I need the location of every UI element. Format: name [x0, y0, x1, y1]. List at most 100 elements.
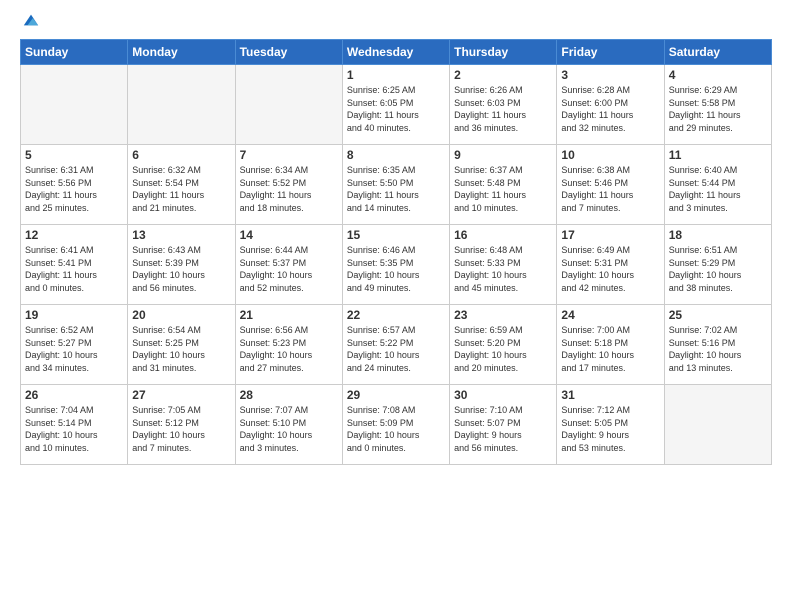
day-number: 17: [561, 228, 659, 242]
day-number: 28: [240, 388, 338, 402]
day-number: 23: [454, 308, 552, 322]
weekday-header-wednesday: Wednesday: [342, 40, 449, 65]
calendar-cell: [21, 65, 128, 145]
day-number: 25: [669, 308, 767, 322]
day-number: 20: [132, 308, 230, 322]
calendar-cell: 8 Sunrise: 6:35 AM Sunset: 5:50 PM Daylig…: [342, 145, 449, 225]
calendar-cell: 22 Sunrise: 6:57 AM Sunset: 5:22 PM Dayli…: [342, 305, 449, 385]
calendar-cell: 31Sunrise: 7:12 AM Sunset: 5:05 PM Dayli…: [557, 385, 664, 465]
calendar-cell: 4Sunrise: 6:29 AM Sunset: 5:58 PM Daylig…: [664, 65, 771, 145]
day-info: Sunrise: 7:07 AM Sunset: 5:10 PM Dayligh…: [240, 404, 338, 454]
page: SundayMondayTuesdayWednesdayThursdayFrid…: [0, 0, 792, 612]
day-number: 3: [561, 68, 659, 82]
day-number: 8: [347, 148, 445, 162]
calendar-cell: 28 Sunrise: 7:07 AM Sunset: 5:10 PM Dayli…: [235, 385, 342, 465]
day-number: 19: [25, 308, 123, 322]
day-number: 5: [25, 148, 123, 162]
day-info: Sunrise: 6:41 AM Sunset: 5:41 PM Dayligh…: [25, 244, 123, 294]
day-info: Sunrise: 6:26 AM Sunset: 6:03 PM Dayligh…: [454, 84, 552, 134]
day-info: Sunrise: 6:46 AM Sunset: 5:35 PM Dayligh…: [347, 244, 445, 294]
calendar-cell: 29Sunrise: 7:08 AM Sunset: 5:09 PM Dayli…: [342, 385, 449, 465]
day-number: 29: [347, 388, 445, 402]
day-number: 13: [132, 228, 230, 242]
day-info: Sunrise: 7:10 AM Sunset: 5:07 PM Dayligh…: [454, 404, 552, 454]
day-number: 24: [561, 308, 659, 322]
calendar-cell: [664, 385, 771, 465]
day-info: Sunrise: 6:37 AM Sunset: 5:48 PM Dayligh…: [454, 164, 552, 214]
calendar-header-row: SundayMondayTuesdayWednesdayThursdayFrid…: [21, 40, 772, 65]
calendar-cell: 26 Sunrise: 7:04 AM Sunset: 5:14 PM Dayli…: [21, 385, 128, 465]
calendar-cell: [235, 65, 342, 145]
calendar-week-1: 5 Sunrise: 6:31 AM Sunset: 5:56 PM Daylig…: [21, 145, 772, 225]
day-info: Sunrise: 7:04 AM Sunset: 5:14 PM Dayligh…: [25, 404, 123, 454]
day-number: 10: [561, 148, 659, 162]
day-number: 15: [347, 228, 445, 242]
day-info: Sunrise: 6:43 AM Sunset: 5:39 PM Dayligh…: [132, 244, 230, 294]
weekday-header-thursday: Thursday: [450, 40, 557, 65]
logo: [20, 15, 40, 29]
weekday-header-sunday: Sunday: [21, 40, 128, 65]
calendar-cell: 13 Sunrise: 6:43 AM Sunset: 5:39 PM Dayli…: [128, 225, 235, 305]
calendar-week-0: 1 Sunrise: 6:25 AM Sunset: 6:05 PM Daylig…: [21, 65, 772, 145]
calendar-cell: 23 Sunrise: 6:59 AM Sunset: 5:20 PM Dayli…: [450, 305, 557, 385]
day-info: Sunrise: 6:40 AM Sunset: 5:44 PM Dayligh…: [669, 164, 767, 214]
calendar-cell: 1 Sunrise: 6:25 AM Sunset: 6:05 PM Daylig…: [342, 65, 449, 145]
calendar-cell: 24Sunrise: 7:00 AM Sunset: 5:18 PM Dayli…: [557, 305, 664, 385]
day-number: 26: [25, 388, 123, 402]
calendar-cell: 2Sunrise: 6:26 AM Sunset: 6:03 PM Daylig…: [450, 65, 557, 145]
calendar-week-3: 19 Sunrise: 6:52 AM Sunset: 5:27 PM Dayli…: [21, 305, 772, 385]
day-info: Sunrise: 6:34 AM Sunset: 5:52 PM Dayligh…: [240, 164, 338, 214]
logo-icon: [22, 11, 40, 29]
day-info: Sunrise: 6:35 AM Sunset: 5:50 PM Dayligh…: [347, 164, 445, 214]
calendar-cell: 10 Sunrise: 6:38 AM Sunset: 5:46 PM Dayli…: [557, 145, 664, 225]
day-number: 11: [669, 148, 767, 162]
day-number: 6: [132, 148, 230, 162]
day-number: 9: [454, 148, 552, 162]
calendar-cell: 25 Sunrise: 7:02 AM Sunset: 5:16 PM Dayli…: [664, 305, 771, 385]
calendar-cell: 21 Sunrise: 6:56 AM Sunset: 5:23 PM Dayli…: [235, 305, 342, 385]
calendar-cell: 12 Sunrise: 6:41 AM Sunset: 5:41 PM Dayli…: [21, 225, 128, 305]
day-number: 16: [454, 228, 552, 242]
calendar-cell: 27Sunrise: 7:05 AM Sunset: 5:12 PM Dayli…: [128, 385, 235, 465]
calendar-cell: 18Sunrise: 6:51 AM Sunset: 5:29 PM Dayli…: [664, 225, 771, 305]
day-info: Sunrise: 6:56 AM Sunset: 5:23 PM Dayligh…: [240, 324, 338, 374]
day-number: 1: [347, 68, 445, 82]
calendar-cell: 9 Sunrise: 6:37 AM Sunset: 5:48 PM Daylig…: [450, 145, 557, 225]
day-number: 4: [669, 68, 767, 82]
day-number: 22: [347, 308, 445, 322]
calendar-cell: 15 Sunrise: 6:46 AM Sunset: 5:35 PM Dayli…: [342, 225, 449, 305]
calendar-cell: 11 Sunrise: 6:40 AM Sunset: 5:44 PM Dayli…: [664, 145, 771, 225]
calendar-cell: 20 Sunrise: 6:54 AM Sunset: 5:25 PM Dayli…: [128, 305, 235, 385]
day-number: 21: [240, 308, 338, 322]
day-info: Sunrise: 7:02 AM Sunset: 5:16 PM Dayligh…: [669, 324, 767, 374]
calendar-cell: 30Sunrise: 7:10 AM Sunset: 5:07 PM Dayli…: [450, 385, 557, 465]
calendar-cell: 6Sunrise: 6:32 AM Sunset: 5:54 PM Daylig…: [128, 145, 235, 225]
calendar-cell: 7 Sunrise: 6:34 AM Sunset: 5:52 PM Daylig…: [235, 145, 342, 225]
calendar-cell: 3 Sunrise: 6:28 AM Sunset: 6:00 PM Daylig…: [557, 65, 664, 145]
calendar-cell: 16 Sunrise: 6:48 AM Sunset: 5:33 PM Dayli…: [450, 225, 557, 305]
calendar-table: SundayMondayTuesdayWednesdayThursdayFrid…: [20, 39, 772, 465]
day-number: 7: [240, 148, 338, 162]
day-info: Sunrise: 7:05 AM Sunset: 5:12 PM Dayligh…: [132, 404, 230, 454]
day-number: 14: [240, 228, 338, 242]
day-number: 12: [25, 228, 123, 242]
day-info: Sunrise: 6:28 AM Sunset: 6:00 PM Dayligh…: [561, 84, 659, 134]
day-info: Sunrise: 6:44 AM Sunset: 5:37 PM Dayligh…: [240, 244, 338, 294]
day-info: Sunrise: 6:59 AM Sunset: 5:20 PM Dayligh…: [454, 324, 552, 374]
weekday-header-monday: Monday: [128, 40, 235, 65]
calendar-cell: 14 Sunrise: 6:44 AM Sunset: 5:37 PM Dayli…: [235, 225, 342, 305]
day-info: Sunrise: 6:51 AM Sunset: 5:29 PM Dayligh…: [669, 244, 767, 294]
day-info: Sunrise: 6:49 AM Sunset: 5:31 PM Dayligh…: [561, 244, 659, 294]
weekday-header-friday: Friday: [557, 40, 664, 65]
day-info: Sunrise: 6:54 AM Sunset: 5:25 PM Dayligh…: [132, 324, 230, 374]
day-info: Sunrise: 6:25 AM Sunset: 6:05 PM Dayligh…: [347, 84, 445, 134]
day-info: Sunrise: 6:57 AM Sunset: 5:22 PM Dayligh…: [347, 324, 445, 374]
day-info: Sunrise: 6:52 AM Sunset: 5:27 PM Dayligh…: [25, 324, 123, 374]
weekday-header-saturday: Saturday: [664, 40, 771, 65]
day-info: Sunrise: 6:38 AM Sunset: 5:46 PM Dayligh…: [561, 164, 659, 214]
calendar-cell: 19 Sunrise: 6:52 AM Sunset: 5:27 PM Dayli…: [21, 305, 128, 385]
weekday-header-tuesday: Tuesday: [235, 40, 342, 65]
day-info: Sunrise: 6:48 AM Sunset: 5:33 PM Dayligh…: [454, 244, 552, 294]
day-number: 31: [561, 388, 659, 402]
day-info: Sunrise: 6:31 AM Sunset: 5:56 PM Dayligh…: [25, 164, 123, 214]
